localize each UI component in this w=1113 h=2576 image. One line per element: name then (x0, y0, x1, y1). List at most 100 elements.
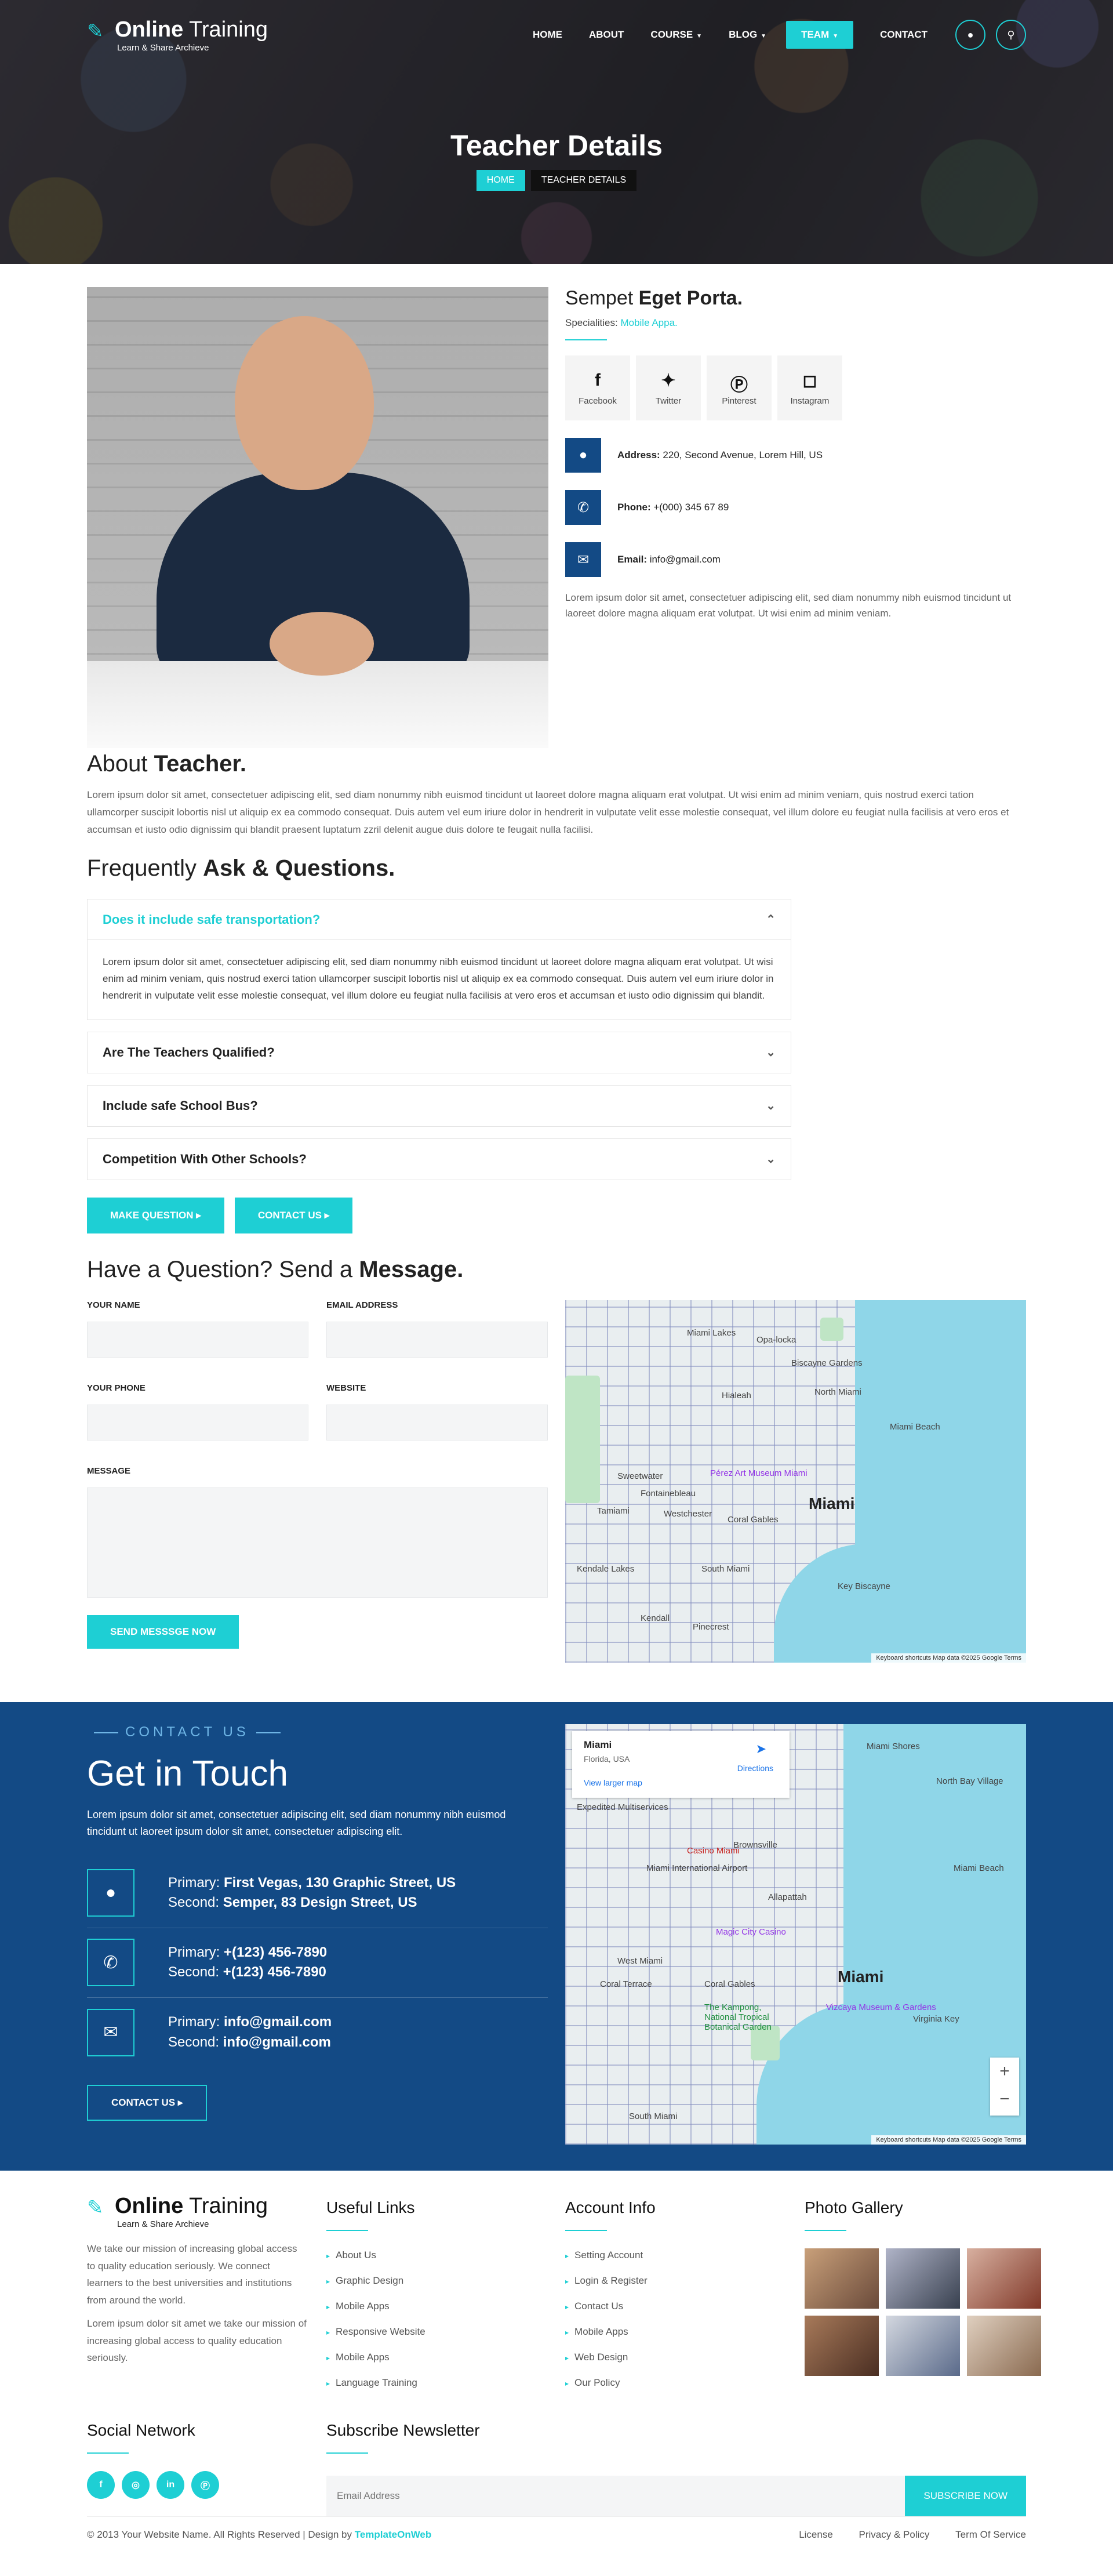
linkedin-icon[interactable]: in (157, 2470, 184, 2499)
map-marker-icon: ● (565, 438, 601, 473)
caret-right-icon: ▸ (326, 2328, 330, 2336)
footer-link[interactable]: ▸ Language Training (326, 2370, 547, 2396)
facebook-icon[interactable]: f (87, 2470, 115, 2499)
name-field[interactable] (87, 1321, 308, 1358)
caret-right-icon: ▸ (326, 2277, 330, 2285)
faq-question[interactable]: Does it include safe transportation? ⌃ (88, 899, 791, 941)
faq-item: Competition With Other Schools? ⌄ (87, 1138, 791, 1180)
pencil-icon: ✎ (87, 20, 104, 42)
newsletter-email-input[interactable]: Email Address (337, 2476, 400, 2516)
phone-field[interactable] (87, 1404, 308, 1441)
caret-right-icon: ▸ (324, 1209, 330, 1221)
directions-icon[interactable]: ➤ (756, 1741, 766, 1757)
message-textarea[interactable] (87, 1487, 548, 1598)
search-icon[interactable]: ⚲ (996, 20, 1026, 50)
contact-address: ● Primary: First Vegas, 130 Graphic Stre… (87, 1859, 548, 1928)
nav-about[interactable]: ABOUT (589, 21, 624, 49)
faq-question[interactable]: Include safe School Bus? ⌄ (88, 1086, 791, 1126)
faq-question[interactable]: Are The Teachers Qualified? ⌄ (88, 1032, 791, 1073)
copyright: © 2013 Your Website Name. All Rights Res… (87, 2528, 432, 2540)
nav-home[interactable]: HOME (533, 21, 562, 49)
footer-link[interactable]: ▸ About Us (326, 2243, 547, 2268)
faq-title: Frequently Ask & Questions. (87, 855, 395, 881)
subscribe-button[interactable]: SUBSCRIBE NOW (905, 2475, 1026, 2516)
breadcrumb-home[interactable]: HOME (476, 170, 525, 191)
social-twitter[interactable]: ✦ Twitter (636, 355, 701, 420)
gallery-thumbnail[interactable] (967, 2248, 1041, 2309)
footer-link[interactable]: ▸ Mobile Apps (326, 2294, 547, 2319)
footer-link[interactable]: ▸ Web Design (565, 2345, 785, 2370)
faq-item: Does it include safe transportation? ⌃ Lo… (87, 899, 791, 1020)
gallery-thumbnail[interactable] (886, 2315, 960, 2376)
contact-details: ● Primary: First Vegas, 130 Graphic Stre… (87, 1859, 548, 2067)
make-question-button[interactable]: MAKE QUESTION ▸ (87, 1197, 224, 1233)
faq-question[interactable]: Competition With Other Schools? ⌄ (88, 1139, 791, 1180)
nav-team[interactable]: TEAM ▼ (786, 21, 854, 49)
social-facebook[interactable]: f Facebook (565, 355, 630, 420)
contact-phone: ✆ Primary: +(123) 456-7890 Second: +(123)… (87, 1928, 548, 1998)
teacher-email: ✉ Email: info@gmail.com (565, 542, 1026, 577)
twitter-icon: ✦ (661, 371, 676, 390)
footer-link[interactable]: ▸ Graphic Design (326, 2268, 547, 2294)
gallery-thumbnail[interactable] (805, 2315, 879, 2376)
license-link[interactable]: License (799, 2529, 833, 2540)
pinterest-icon: Ⓟ (730, 375, 748, 395)
gallery-thumbnail[interactable] (805, 2248, 879, 2309)
pinterest-icon[interactable]: Ⓟ (191, 2470, 219, 2499)
email-field[interactable] (326, 1321, 548, 1358)
social-instagram[interactable]: ◻ Instagram (777, 355, 842, 420)
phone-icon: ✆ (87, 1939, 134, 1987)
map-attribution[interactable]: Keyboard shortcuts Map data ©2025 Google… (871, 1653, 1026, 1663)
view-larger-map-link[interactable]: View larger map (584, 1778, 642, 1787)
name-label: YOUR NAME (87, 1300, 140, 1310)
contact-us-button[interactable]: CONTACT US ▸ (87, 2084, 208, 2121)
footer-link[interactable]: ▸ Contact Us (565, 2294, 785, 2319)
map-zoom-control[interactable]: + − (990, 2057, 1019, 2116)
gallery-thumbnail[interactable] (886, 2248, 960, 2309)
footer-account-info: Account Info ▸ Setting Account ▸ Login & R… (565, 2198, 785, 2396)
chevron-down-icon: ⌄ (766, 1100, 776, 1113)
gallery-thumbnail[interactable] (967, 2315, 1041, 2376)
dribbble-icon[interactable]: ◎ (122, 2470, 150, 2499)
privacy-policy-link[interactable]: Privacy & Policy (859, 2529, 930, 2540)
caret-right-icon: ▸ (565, 2277, 569, 2285)
footer-link[interactable]: ▸ Responsive Website (326, 2319, 547, 2345)
footer-about-text: Lorem ipsum dolor sit amet we take our m… (87, 2317, 307, 2364)
map-attribution[interactable]: Keyboard shortcuts Map data ©2025 Google… (871, 2135, 1026, 2145)
location-map[interactable]: Miami Lakes Opa-locka Biscayne Gardens H… (565, 1300, 1026, 1663)
footer-link[interactable]: ▸ Setting Account (565, 2243, 785, 2268)
nav-contact[interactable]: CONTACT (880, 21, 928, 49)
caret-down-icon: ▼ (761, 33, 767, 39)
newsletter: Subscribe Newsletter (326, 2421, 480, 2454)
footer-link[interactable]: ▸ Mobile Apps (326, 2345, 547, 2370)
zoom-out-icon[interactable]: − (990, 2085, 1019, 2113)
chevron-down-icon: ⌄ (766, 1153, 776, 1166)
footer-link[interactable]: ▸ Mobile Apps (565, 2319, 785, 2345)
zoom-in-icon[interactable]: + (990, 2058, 1019, 2085)
social-pinterest[interactable]: Ⓟ Pinterest (707, 355, 772, 420)
website-field[interactable] (326, 1404, 548, 1441)
footer-link[interactable]: ▸ Login & Register (565, 2268, 785, 2294)
message-form: YOUR NAME EMAIL ADDRESS YOUR PHONE WEBSI… (87, 1300, 548, 1649)
contact-map[interactable]: Miami Florida, USA ➤ Directions View lar… (565, 1724, 1026, 2145)
teacher-specialities: Specialities: Mobile Appa. (565, 317, 678, 328)
contact-us-button[interactable]: CONTACT US ▸ (234, 1197, 353, 1233)
message-section: Have a Question? Send a Message. YOUR NA… (0, 1257, 1113, 1697)
terms-of-service-link[interactable]: Term Of Service (955, 2529, 1026, 2540)
caret-right-icon: ▸ (565, 2302, 569, 2311)
faq-answer: Lorem ipsum dolor sit amet, consectetuer… (103, 956, 774, 1002)
footer-link[interactable]: ▸ Our Policy (565, 2370, 785, 2396)
chevron-up-icon: ⌃ (766, 913, 776, 927)
nav-course[interactable]: COURSE ▼ (650, 21, 702, 49)
nav-blog[interactable]: BLOG ▼ (729, 21, 766, 49)
directions-link[interactable]: Directions (737, 1764, 773, 1773)
contact-section: CONTACT US Get in Touch Lorem ipsum dolo… (0, 1701, 1113, 2171)
faq-accordion: Does it include safe transportation? ⌃ Lo… (87, 899, 791, 1180)
footer-logo[interactable]: ✎ Online Training Learn & Share Archieve (87, 2194, 307, 2234)
faq-actions: MAKE QUESTION ▸ CONTACT US ▸ (87, 1197, 1113, 1233)
user-icon[interactable]: ● (955, 20, 985, 50)
designer-link[interactable]: TemplateOnWeb (355, 2529, 432, 2540)
email-label: EMAIL ADDRESS (326, 1300, 398, 1310)
faq-item: Include safe School Bus? ⌄ (87, 1084, 791, 1127)
send-message-button[interactable]: SEND MESSSGE NOW (87, 1614, 239, 1649)
